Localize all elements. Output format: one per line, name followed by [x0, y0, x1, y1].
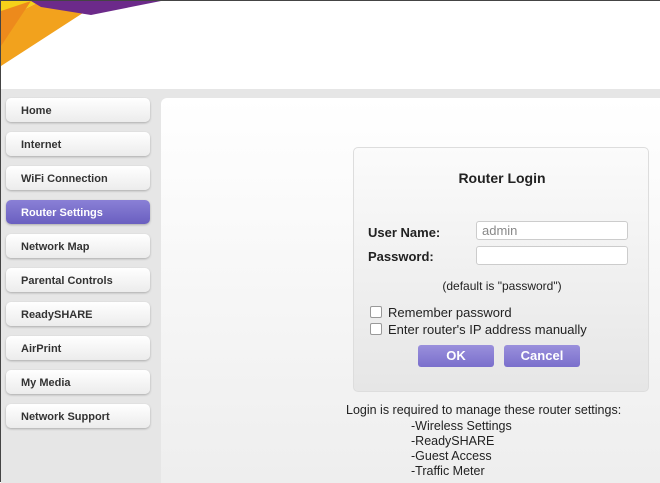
manual-ip-label: Enter router's IP address manually [388, 322, 587, 337]
default-password-hint: (default is "password") [442, 279, 562, 293]
router-login-dialog: Router Login User Name: admin Password: … [353, 147, 649, 392]
settings-list-item: -Guest Access [411, 449, 492, 463]
remember-password-label: Remember password [388, 305, 512, 320]
settings-list: -Wireless Settings -ReadySHARE -Guest Ac… [411, 419, 512, 479]
settings-list-item: -Traffic Meter [411, 464, 485, 478]
sidebar-item-network-support[interactable]: Network Support [6, 404, 150, 428]
sidebar-item-parental-controls[interactable]: Parental Controls [6, 268, 150, 292]
settings-list-item: -Wireless Settings [411, 419, 512, 433]
username-label: User Name: [368, 225, 441, 240]
cancel-button[interactable]: Cancel [504, 345, 580, 367]
header [1, 1, 660, 89]
sidebar-item-wifi-connection[interactable]: WiFi Connection [6, 166, 150, 190]
remember-password-checkbox[interactable] [370, 306, 382, 318]
password-input[interactable] [476, 246, 628, 265]
sidebar-item-router-settings[interactable]: Router Settings [6, 200, 150, 224]
sidebar-item-internet[interactable]: Internet [6, 132, 150, 156]
manual-ip-checkbox[interactable] [370, 323, 382, 335]
login-required-text: Login is required to manage these router… [346, 403, 622, 417]
sidebar-item-my-media[interactable]: My Media [6, 370, 150, 394]
settings-list-item: -ReadySHARE [411, 434, 495, 448]
password-label: Password: [368, 249, 434, 264]
sidebar-item-network-map[interactable]: Network Map [6, 234, 150, 258]
netgear-logo-graphic [1, 1, 161, 66]
username-input[interactable]: admin [476, 221, 628, 240]
sidebar-item-home[interactable]: Home [6, 98, 150, 122]
sidebar-item-readyshare[interactable]: ReadySHARE [6, 302, 150, 326]
ok-button[interactable]: OK [418, 345, 494, 367]
sidebar-item-airprint[interactable]: AirPrint [6, 336, 150, 360]
login-title: Router Login [458, 170, 546, 186]
